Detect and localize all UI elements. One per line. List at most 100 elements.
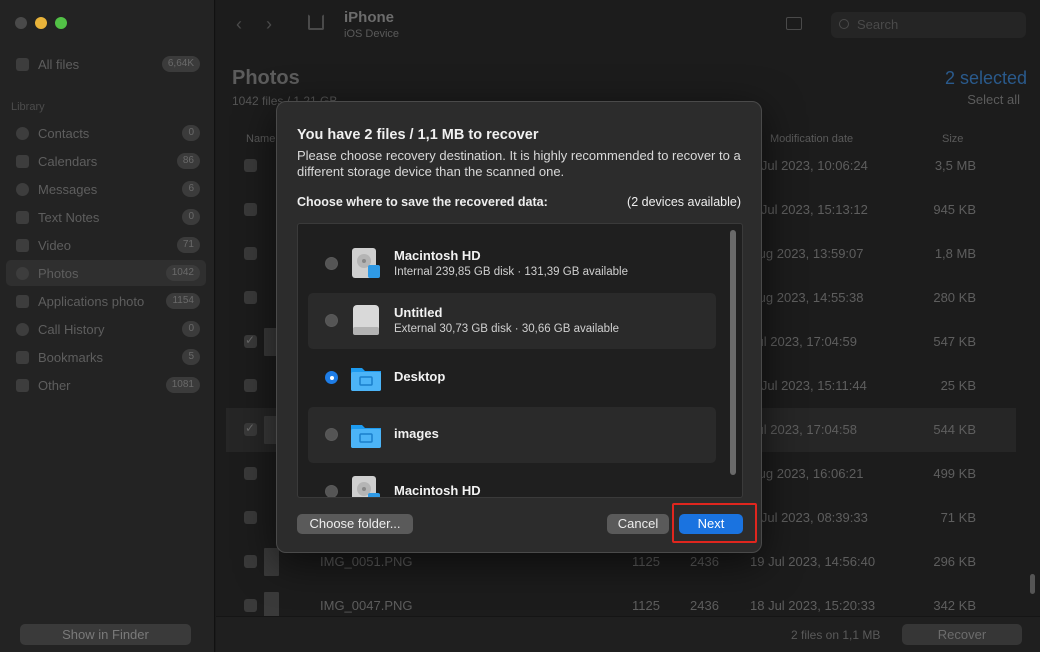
count-badge: 0 xyxy=(182,125,200,141)
window-controls xyxy=(15,17,67,29)
count-badge: 86 xyxy=(176,153,200,169)
row-checkbox[interactable] xyxy=(244,333,257,348)
row-checkbox[interactable] xyxy=(244,555,257,568)
cancel-button[interactable]: Cancel xyxy=(607,514,669,534)
sidebar-item-all-files[interactable]: All files 6,64K xyxy=(6,51,206,77)
destination-item[interactable]: Desktop xyxy=(308,350,716,406)
file-size: 25 KB xyxy=(940,378,976,393)
modification-date: Jul 2023, 17:04:58 xyxy=(750,422,857,437)
recover-button[interactable]: Recover xyxy=(902,624,1022,645)
footer-bar: 2 files on 1,1 MB Recover xyxy=(216,616,1040,652)
count-badge: 1154 xyxy=(166,293,200,309)
folder-icon xyxy=(350,360,382,394)
page-title: Photos xyxy=(232,67,300,89)
destination-item[interactable]: images xyxy=(308,407,716,463)
devices-available-label: (2 devices available) xyxy=(627,195,741,209)
sidebar-item-text-notes[interactable]: Text Notes 0 xyxy=(6,204,206,230)
row-checkbox[interactable] xyxy=(244,599,257,612)
modification-date: Aug 2023, 13:59:07 xyxy=(750,246,864,261)
sidebar-item-call-history[interactable]: Call History 0 xyxy=(6,316,206,342)
modification-date: Aug 2023, 16:06:21 xyxy=(750,466,864,481)
destination-name: Macintosh HD xyxy=(394,248,481,263)
destination-name: Desktop xyxy=(394,369,446,384)
applications-photo-icon xyxy=(16,294,29,308)
table-scrollbar[interactable] xyxy=(1030,574,1035,594)
back-arrow-icon[interactable]: ‹ xyxy=(236,14,242,35)
contacts-icon xyxy=(16,126,29,140)
modification-date: 7 Jul 2023, 08:39:33 xyxy=(750,510,868,525)
folder-icon xyxy=(350,417,382,451)
row-checkbox[interactable] xyxy=(244,159,257,172)
image-width: 1125 xyxy=(632,598,660,613)
count-badge: 0 xyxy=(182,209,200,225)
destination-list: Macintosh HD Internal 239,85 GB disk · 13… xyxy=(297,223,743,498)
messages-icon xyxy=(16,182,29,196)
file-size: 945 KB xyxy=(933,202,976,217)
image-height: 2436 xyxy=(690,554,719,569)
sidebar-item-calendars[interactable]: Calendars 86 xyxy=(6,148,206,174)
choose-folder-button[interactable]: Choose folder... xyxy=(297,514,413,534)
file-size: 544 KB xyxy=(933,422,976,437)
dialog-description: Please choose recovery destination. It i… xyxy=(297,148,741,179)
close-window-button[interactable] xyxy=(15,17,27,29)
destination-name: images xyxy=(394,426,439,441)
row-checkbox[interactable] xyxy=(244,467,257,480)
file-name: IMG_0047.PNG xyxy=(320,598,413,613)
home-icon[interactable] xyxy=(308,14,324,30)
select-all-link[interactable]: Select all xyxy=(967,92,1020,107)
next-button[interactable]: Next xyxy=(679,514,743,534)
destination-radio[interactable] xyxy=(325,371,338,384)
image-height: 2436 xyxy=(690,598,719,613)
sidebar-item-label: All files xyxy=(38,56,80,72)
sidebar-item-label: Bookmarks xyxy=(38,349,104,365)
count-badge: 6 xyxy=(182,181,200,197)
sidebar-item-label: Photos xyxy=(38,265,79,281)
minimize-window-button[interactable] xyxy=(35,17,47,29)
destination-radio[interactable] xyxy=(325,314,338,327)
search-input[interactable]: Search xyxy=(831,12,1026,38)
row-checkbox[interactable] xyxy=(244,203,257,216)
destination-list-scrollbar[interactable] xyxy=(730,230,736,475)
destination-radio[interactable] xyxy=(325,257,338,270)
show-in-finder-button[interactable]: Show in Finder xyxy=(20,624,191,645)
sidebar-item-label: Calendars xyxy=(38,153,98,169)
row-checkbox[interactable] xyxy=(244,247,257,260)
row-checkbox[interactable] xyxy=(244,421,257,436)
count-badge: 6,64K xyxy=(161,56,200,72)
sidebar-item-contacts[interactable]: Contacts 0 xyxy=(6,120,206,146)
modification-date: 5 Jul 2023, 15:11:44 xyxy=(750,378,867,393)
row-checkbox[interactable] xyxy=(244,511,257,524)
count-badge: 5 xyxy=(182,349,200,365)
file-size: 3,5 MB xyxy=(934,158,976,173)
sidebar-item-label: Call History xyxy=(38,321,105,337)
calendar-icon xyxy=(16,154,29,168)
file-size: 342 KB xyxy=(933,598,976,613)
destination-radio[interactable] xyxy=(325,428,338,441)
view-mode-icon[interactable] xyxy=(786,17,802,30)
sidebar-item-other[interactable]: Other 1081 xyxy=(6,372,206,398)
other-icon xyxy=(16,378,29,392)
modification-date: 1 Jul 2023, 10:06:24 xyxy=(750,158,868,173)
image-width: 1125 xyxy=(632,554,660,569)
file-size: 547 KB xyxy=(933,334,976,349)
destination-item[interactable]: Macintosh HD xyxy=(308,464,716,497)
modification-date: 19 Jul 2023, 14:56:40 xyxy=(750,554,876,569)
device-name: iPhone xyxy=(344,9,395,26)
library-section-label: Library xyxy=(11,101,45,113)
forward-arrow-icon[interactable]: › xyxy=(266,14,272,35)
search-placeholder: Search xyxy=(857,17,899,32)
destination-item[interactable]: Untitled External 30,73 GB disk · 30,66 G… xyxy=(308,293,716,349)
maximize-window-button[interactable] xyxy=(55,17,67,29)
sidebar-item-video[interactable]: Video 71 xyxy=(6,232,206,258)
destination-detail: Internal 239,85 GB disk · 131,39 GB avai… xyxy=(394,266,628,278)
row-checkbox[interactable] xyxy=(244,379,257,392)
internal-disk-icon xyxy=(350,246,382,280)
modification-date: Jul 2023, 17:04:59 xyxy=(750,334,857,349)
sidebar-item-messages[interactable]: Messages 6 xyxy=(6,176,206,202)
sidebar-item-applications-photo[interactable]: Applications photo 1154 xyxy=(6,288,206,314)
row-checkbox[interactable] xyxy=(244,291,257,304)
destination-item[interactable]: Macintosh HD Internal 239,85 GB disk · 13… xyxy=(308,236,716,292)
sidebar-item-bookmarks[interactable]: Bookmarks 5 xyxy=(6,344,206,370)
sidebar-item-photos[interactable]: Photos 1042 xyxy=(6,260,206,286)
destination-radio[interactable] xyxy=(325,485,338,497)
